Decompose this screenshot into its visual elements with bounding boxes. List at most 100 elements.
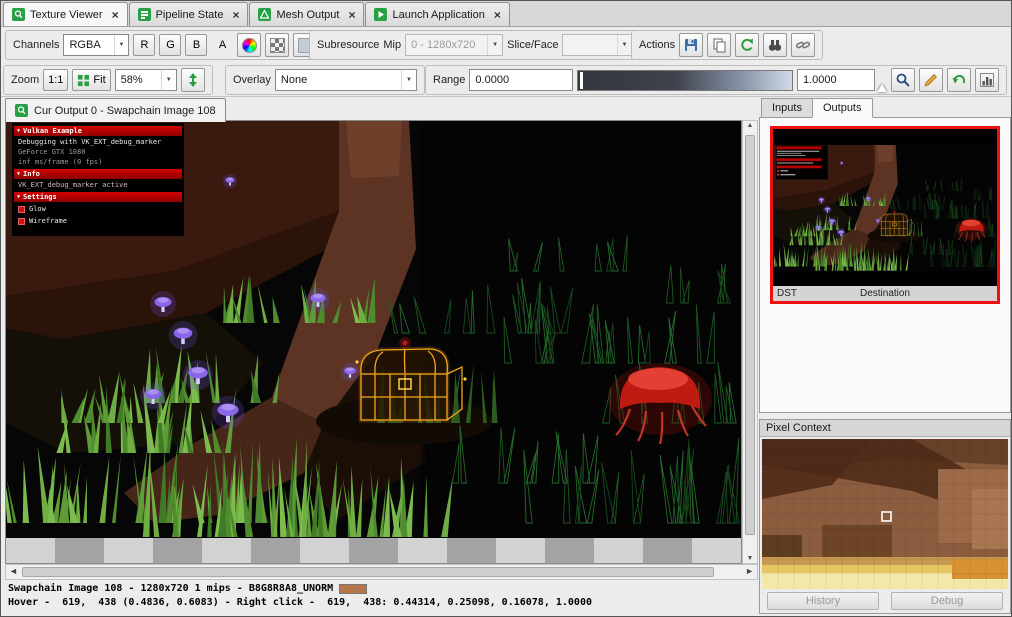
history-button[interactable]: History bbox=[767, 592, 879, 610]
tab-icon bbox=[15, 104, 28, 117]
range-label: Range bbox=[433, 74, 465, 86]
mip-select[interactable]: 0 - 1280x720 ▼ bbox=[405, 34, 503, 56]
zoom-range-button[interactable] bbox=[891, 68, 915, 92]
tab-cur-output[interactable]: Cur Output 0 - Swapchain Image 108 bbox=[5, 98, 226, 122]
viewer-tab-label: Cur Output 0 - Swapchain Image 108 bbox=[34, 105, 216, 117]
tab-mesh-output[interactable]: Mesh Output × bbox=[249, 2, 364, 26]
tab-outputs[interactable]: Outputs bbox=[812, 98, 873, 118]
alpha-background-button[interactable] bbox=[265, 33, 289, 57]
fit-icon bbox=[77, 74, 90, 87]
chevron-down-icon: ▼ bbox=[487, 35, 502, 55]
main-tabbar: Texture Viewer × Pipeline State × Mesh O… bbox=[1, 1, 1011, 27]
range-black-point-handle[interactable] bbox=[580, 72, 583, 89]
subresource-group: Subresource Mip 0 - 1280x720 ▼ Slice/Fac… bbox=[309, 30, 640, 60]
range-slider[interactable] bbox=[577, 70, 793, 91]
pixel-context-view[interactable] bbox=[762, 439, 1008, 589]
flip-vertical-button[interactable] bbox=[181, 68, 205, 92]
channels-select[interactable]: RGBA ▼ bbox=[63, 34, 129, 56]
refresh-icon bbox=[739, 37, 755, 53]
scroll-right-icon[interactable]: ► bbox=[745, 566, 754, 576]
slice-face-select[interactable]: ▼ bbox=[562, 34, 632, 56]
tab-launch-application[interactable]: Launch Application × bbox=[365, 2, 509, 26]
actions-label: Actions bbox=[639, 39, 675, 51]
thumbnail-name: Destination bbox=[860, 288, 910, 299]
goto-location-button[interactable] bbox=[763, 33, 787, 57]
channel-red-button[interactable]: R bbox=[133, 34, 155, 56]
zoom-1to1-button[interactable]: 1:1 bbox=[43, 69, 68, 91]
scroll-left-icon[interactable]: ◄ bbox=[9, 566, 18, 576]
overlay-line: VK_EXT_debug_marker active bbox=[12, 180, 184, 190]
resource-link-button[interactable] bbox=[791, 33, 815, 57]
histogram-button[interactable] bbox=[975, 68, 999, 92]
thumbnail-slot: DST bbox=[777, 288, 797, 299]
tab-label: Launch Application bbox=[392, 9, 484, 21]
channels-group: Channels RGBA ▼ R G B A bbox=[5, 30, 325, 60]
tab-inputs[interactable]: Inputs bbox=[761, 98, 813, 118]
zoom-label: Zoom bbox=[11, 74, 39, 86]
texture-canvas[interactable]: ▼Vulkan Example Debugging with VK_EXT_de… bbox=[5, 120, 742, 564]
range-white-point-marker[interactable] bbox=[877, 84, 887, 92]
tab-label: Mesh Output bbox=[276, 9, 339, 21]
tab-label: Texture Viewer bbox=[30, 9, 103, 21]
range-max-input[interactable]: 1.0000 bbox=[797, 69, 875, 91]
vulkan-debug-overlay: ▼Vulkan Example Debugging with VK_EXT_de… bbox=[12, 124, 184, 236]
scroll-down-icon[interactable]: ▼ bbox=[743, 555, 757, 562]
channel-green-button[interactable]: G bbox=[159, 34, 181, 56]
tab-pipeline-state[interactable]: Pipeline State × bbox=[129, 2, 249, 26]
reset-range-button[interactable] bbox=[947, 68, 971, 92]
close-icon[interactable]: × bbox=[348, 8, 355, 22]
output-thumbnail[interactable]: DST Destination bbox=[770, 126, 1000, 304]
zoom-value-combo[interactable]: 58% ▼ bbox=[115, 69, 177, 91]
actions-group: Actions bbox=[631, 30, 823, 60]
pixel-context-panel: Pixel Context History Debug bbox=[759, 419, 1011, 614]
overlay-title-bar: ▼Vulkan Example bbox=[14, 126, 182, 136]
link-icon bbox=[795, 37, 811, 53]
vertical-scrollbar-thumb[interactable] bbox=[745, 135, 755, 535]
zoom-group: Zoom 1:1 Fit 58% ▼ bbox=[3, 65, 213, 95]
close-icon[interactable]: × bbox=[494, 8, 501, 22]
overlay-select[interactable]: None ▼ bbox=[275, 69, 417, 91]
tab-icon bbox=[138, 8, 151, 21]
mip-label: Mip bbox=[383, 39, 401, 51]
close-icon[interactable]: × bbox=[112, 8, 119, 22]
histogram-icon bbox=[979, 72, 995, 88]
pencil-icon bbox=[923, 72, 939, 88]
subresource-label: Subresource bbox=[317, 39, 379, 51]
save-button[interactable] bbox=[679, 33, 703, 57]
copy-button[interactable] bbox=[707, 33, 731, 57]
canvas-background-checker bbox=[6, 538, 741, 564]
range-min-input[interactable]: 0.0000 bbox=[469, 69, 573, 91]
channel-alpha-button[interactable]: A bbox=[211, 34, 233, 56]
scroll-up-icon[interactable]: ▲ bbox=[743, 122, 757, 129]
autofit-range-button[interactable] bbox=[919, 68, 943, 92]
collapse-icon: ▼ bbox=[17, 127, 20, 135]
close-icon[interactable]: × bbox=[232, 8, 239, 22]
tab-icon bbox=[374, 8, 387, 21]
channel-blue-button[interactable]: B bbox=[185, 34, 207, 56]
debug-button[interactable]: Debug bbox=[891, 592, 1003, 610]
pixel-context-title: Pixel Context bbox=[760, 420, 1010, 437]
collapse-icon: ▼ bbox=[17, 170, 20, 178]
copy-icon bbox=[711, 37, 727, 53]
overlay-checkbox-wireframe: Wireframe bbox=[12, 215, 184, 227]
tab-texture-viewer[interactable]: Texture Viewer × bbox=[3, 2, 128, 26]
undo-icon bbox=[951, 72, 967, 88]
collapse-icon: ▼ bbox=[17, 193, 20, 201]
chevron-down-icon: ▼ bbox=[114, 35, 129, 55]
toolbar-channels-row: Channels RGBA ▼ R G B A Subresource Mip … bbox=[1, 27, 1011, 63]
open-texture-list-button[interactable] bbox=[735, 33, 759, 57]
gamma-button[interactable] bbox=[237, 33, 261, 57]
overlay-settings-bar: ▼Settings bbox=[14, 192, 182, 202]
overlay-checkbox-glow: Glow bbox=[12, 203, 184, 215]
range-group: Range 0.0000 1.0000 bbox=[425, 65, 1007, 95]
hover-color-swatch bbox=[339, 584, 367, 594]
horizontal-scrollbar[interactable]: ◄ ► bbox=[5, 564, 758, 580]
vertical-scrollbar[interactable]: ▲ ▼ bbox=[742, 120, 758, 564]
overlay-line: Debugging with VK_EXT_debug_marker bbox=[12, 137, 184, 147]
viewer-tabstrip: Cur Output 0 - Swapchain Image 108 bbox=[1, 97, 758, 121]
tab-icon bbox=[258, 8, 271, 21]
binoculars-icon bbox=[767, 37, 783, 53]
checkbox-icon bbox=[18, 218, 25, 225]
horizontal-scrollbar-thumb[interactable] bbox=[22, 567, 714, 577]
zoom-fit-button[interactable]: Fit bbox=[72, 69, 110, 91]
